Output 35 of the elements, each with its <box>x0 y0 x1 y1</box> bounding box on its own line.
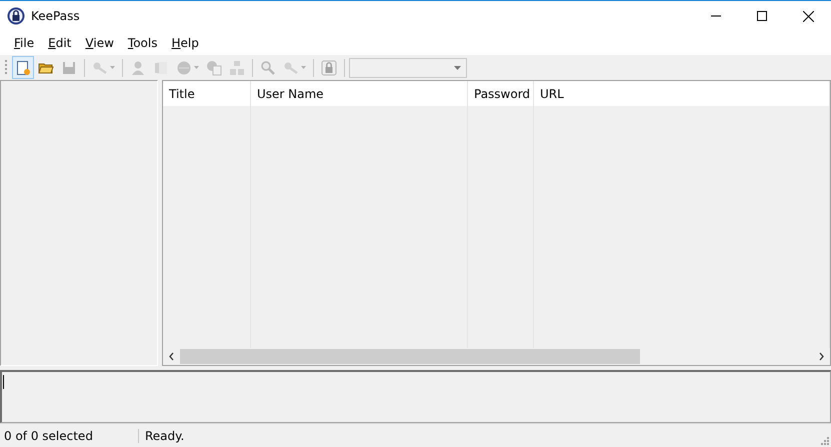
lock-icon <box>7 7 25 25</box>
toolbar-button[interactable] <box>12 56 34 79</box>
menu-item[interactable]: Edit <box>41 34 78 52</box>
status-text: 0 of 0 selected <box>0 428 139 442</box>
hierarchy-icon <box>229 60 245 76</box>
column-header[interactable]: Title <box>163 81 251 106</box>
toolbar-grip-icon[interactable] <box>5 58 8 76</box>
menu-item[interactable]: Tools <box>120 34 164 52</box>
caret-icon <box>301 66 306 69</box>
copy-icon <box>206 60 222 76</box>
column-header[interactable]: URL <box>534 81 830 106</box>
entry-list[interactable]: Title User Name Password URL <box>162 80 831 366</box>
lock-icon <box>321 60 337 76</box>
search-icon <box>260 60 276 76</box>
caret-icon <box>454 66 461 70</box>
column-header[interactable]: Password <box>468 81 534 106</box>
entry-details-box[interactable] <box>0 370 831 423</box>
maximize-icon <box>757 11 767 21</box>
column-header[interactable]: User Name <box>251 81 468 106</box>
menu-item[interactable]: Help <box>164 34 206 52</box>
caret-icon <box>110 66 115 69</box>
person-icon <box>130 60 146 76</box>
menu-item[interactable]: View <box>78 34 121 52</box>
document-icon <box>15 60 31 76</box>
menu-item[interactable]: File <box>7 34 42 52</box>
key-icon <box>92 60 108 76</box>
note-icon <box>153 60 169 76</box>
window-title: KeePass <box>31 9 80 23</box>
caret-icon <box>194 66 199 69</box>
globe-icon <box>176 60 192 76</box>
close-icon <box>802 10 814 22</box>
resize-grip-icon[interactable] <box>819 435 829 445</box>
status-text: Ready. <box>144 428 184 442</box>
key-icon <box>283 60 299 76</box>
scrollbar-thumb[interactable] <box>180 349 640 364</box>
